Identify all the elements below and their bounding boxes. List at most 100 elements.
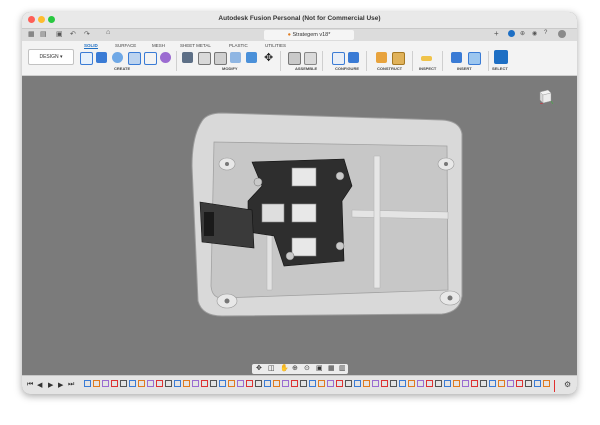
- grid-icon[interactable]: ▦: [28, 30, 35, 38]
- workspace-switcher[interactable]: DESIGN ▾: [28, 49, 74, 65]
- timeline-feature[interactable]: [93, 380, 100, 387]
- timeline-feature[interactable]: [462, 380, 469, 387]
- timeline-feature[interactable]: [183, 380, 190, 387]
- pattern-icon[interactable]: [144, 52, 157, 65]
- chamfer-icon[interactable]: [214, 52, 227, 65]
- timeline-feature[interactable]: [471, 380, 478, 387]
- new-tab-icon[interactable]: +: [494, 29, 499, 38]
- timeline-feature[interactable]: [336, 380, 343, 387]
- timeline-feature[interactable]: [435, 380, 442, 387]
- save-icon[interactable]: ▣: [56, 30, 63, 38]
- grid-settings-icon[interactable]: ▦: [328, 364, 335, 372]
- extensions-icon[interactable]: ⊕: [520, 30, 525, 37]
- play-icon[interactable]: ▶: [48, 381, 53, 389]
- timeline-feature[interactable]: [534, 380, 541, 387]
- notifications-icon[interactable]: ◉: [532, 30, 537, 37]
- timeline-feature[interactable]: [399, 380, 406, 387]
- timeline-feature[interactable]: [525, 380, 532, 387]
- job-status-icon[interactable]: [508, 30, 515, 37]
- timeline-feature[interactable]: [372, 380, 379, 387]
- measure-icon[interactable]: [421, 56, 432, 61]
- go-to-end-icon[interactable]: ⏭: [68, 381, 74, 389]
- timeline-feature[interactable]: [237, 380, 244, 387]
- look-at-icon[interactable]: ◫: [268, 364, 275, 372]
- timeline-marker[interactable]: [554, 380, 555, 392]
- timeline-feature[interactable]: [291, 380, 298, 387]
- timeline-feature[interactable]: [192, 380, 199, 387]
- user-icon[interactable]: [558, 30, 566, 38]
- timeline-feature[interactable]: [363, 380, 370, 387]
- configure-menu[interactable]: CONFIGURE: [335, 66, 359, 71]
- timeline-feature[interactable]: [318, 380, 325, 387]
- timeline-feature[interactable]: [120, 380, 127, 387]
- file-icon[interactable]: ▤: [40, 30, 47, 38]
- new-sketch-icon[interactable]: [80, 52, 93, 65]
- timeline-feature[interactable]: [102, 380, 109, 387]
- extrude-icon[interactable]: [96, 52, 107, 63]
- tab-utilities[interactable]: UTILITIES: [265, 43, 286, 48]
- timeline-feature[interactable]: [390, 380, 397, 387]
- timeline-feature[interactable]: [147, 380, 154, 387]
- fillet-icon[interactable]: [198, 52, 211, 65]
- move-icon[interactable]: ✥: [264, 51, 273, 64]
- 3d-viewport[interactable]: ✥ ◫ ✋ ⊕ ⊙ ▣ ▦ ▥: [22, 76, 577, 375]
- modify-menu[interactable]: MODIFY: [222, 66, 238, 71]
- tab-sheet-metal[interactable]: SHEET METAL: [180, 43, 211, 48]
- timeline-feature[interactable]: [345, 380, 352, 387]
- timeline-track[interactable]: [84, 380, 556, 392]
- inspect-menu[interactable]: INSPECT: [419, 66, 436, 71]
- insert-menu[interactable]: INSERT: [457, 66, 472, 71]
- viewports-icon[interactable]: ▥: [339, 364, 346, 372]
- help-icon[interactable]: ?: [544, 30, 547, 36]
- timeline-feature[interactable]: [156, 380, 163, 387]
- offset-plane-icon[interactable]: [376, 52, 387, 63]
- insert-image-icon[interactable]: [468, 52, 481, 65]
- timeline-feature[interactable]: [327, 380, 334, 387]
- timeline-feature[interactable]: [84, 380, 91, 387]
- configure-icon[interactable]: [332, 52, 345, 65]
- timeline-feature[interactable]: [174, 380, 181, 387]
- timeline-feature[interactable]: [507, 380, 514, 387]
- orbit-icon[interactable]: ✥: [256, 364, 262, 372]
- tab-solid[interactable]: SOLID: [84, 43, 98, 49]
- insert-derive-icon[interactable]: [451, 52, 462, 63]
- joint-icon[interactable]: [288, 52, 301, 65]
- timeline-feature[interactable]: [300, 380, 307, 387]
- zoom-icon[interactable]: ⊕: [292, 364, 298, 372]
- timeline-feature[interactable]: [129, 380, 136, 387]
- timeline-feature[interactable]: [246, 380, 253, 387]
- tab-surface[interactable]: SURFACE: [115, 43, 136, 48]
- timeline-feature[interactable]: [138, 380, 145, 387]
- tab-plastic[interactable]: PLASTIC: [229, 43, 248, 48]
- timeline-feature[interactable]: [273, 380, 280, 387]
- timeline-feature[interactable]: [201, 380, 208, 387]
- timeline-feature[interactable]: [219, 380, 226, 387]
- timeline-feature[interactable]: [282, 380, 289, 387]
- construct-menu[interactable]: CONSTRUCT: [377, 66, 402, 71]
- press-pull-icon[interactable]: [182, 52, 193, 63]
- step-forward-icon[interactable]: ▶: [58, 381, 63, 389]
- go-to-start-icon[interactable]: ⏮: [27, 381, 33, 389]
- fit-icon[interactable]: ⊙: [304, 364, 310, 372]
- timeline-feature[interactable]: [489, 380, 496, 387]
- timeline-feature[interactable]: [480, 380, 487, 387]
- undo-icon[interactable]: ↶: [70, 30, 76, 38]
- create-more-icon[interactable]: [160, 52, 171, 63]
- timeline-feature[interactable]: [408, 380, 415, 387]
- tab-mesh[interactable]: MESH: [152, 43, 165, 48]
- shell-icon[interactable]: [230, 52, 241, 63]
- combine-icon[interactable]: [246, 52, 257, 63]
- select-menu[interactable]: SELECT: [492, 66, 508, 71]
- create-menu[interactable]: CREATE: [114, 66, 130, 71]
- timeline-feature[interactable]: [111, 380, 118, 387]
- document-tab[interactable]: ● Strategem v18*: [264, 30, 354, 40]
- midplane-icon[interactable]: [392, 52, 405, 65]
- timeline-feature[interactable]: [309, 380, 316, 387]
- as-built-joint-icon[interactable]: [304, 52, 317, 65]
- home-icon[interactable]: ⌂: [106, 29, 110, 36]
- timeline-feature[interactable]: [354, 380, 361, 387]
- gear-icon[interactable]: ⚙: [564, 380, 571, 389]
- step-back-icon[interactable]: ◀: [37, 381, 42, 389]
- timeline-feature[interactable]: [543, 380, 550, 387]
- revolve-icon[interactable]: [112, 52, 123, 63]
